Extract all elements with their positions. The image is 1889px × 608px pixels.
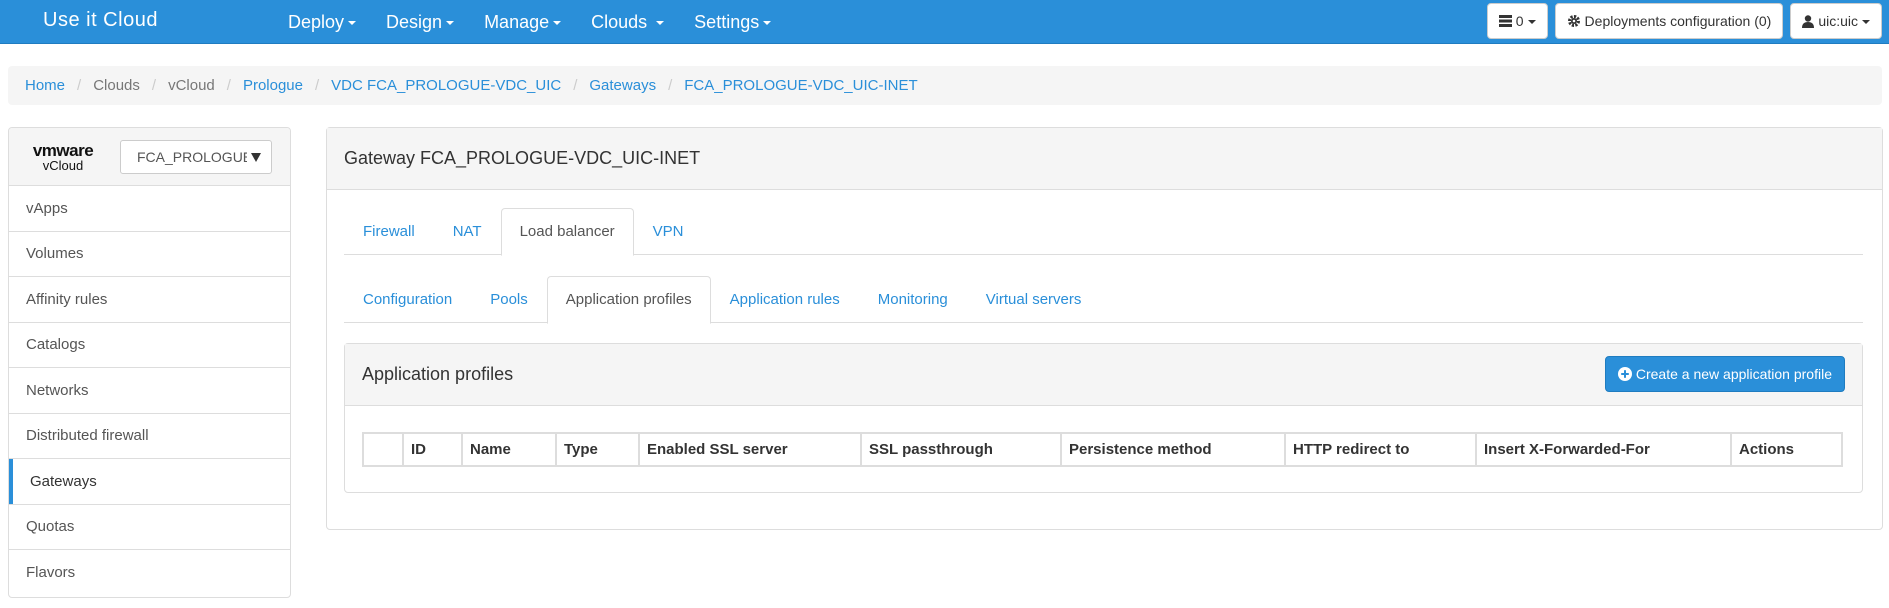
tab-application-rules[interactable]: Application rules: [711, 276, 859, 323]
tab-nat[interactable]: NAT: [434, 208, 501, 255]
column-persistence-method[interactable]: Persistence method: [1060, 432, 1286, 467]
gear-icon: [1567, 15, 1580, 27]
gateway-panel: Gateway FCA_PROLOGUE-VDC_UIC-INET Firewa…: [326, 127, 1883, 530]
sidebar-item-volumes[interactable]: Volumes: [9, 232, 290, 277]
tab-vpn[interactable]: VPN: [634, 208, 703, 255]
tab-monitoring[interactable]: Monitoring: [859, 276, 967, 323]
breadcrumb-vdc[interactable]: VDC FCA_PROLOGUE-VDC_UIC: [331, 77, 561, 94]
load-balancer-tabs: Configuration Pools Application profiles…: [344, 276, 1863, 324]
menu-deploy[interactable]: Deploy: [288, 0, 357, 44]
column-ssl-passthrough[interactable]: SSL passthrough: [860, 432, 1062, 467]
column-select: [362, 432, 404, 467]
column-actions: Actions: [1730, 432, 1843, 467]
breadcrumb-clouds: Clouds: [93, 77, 140, 94]
menu-settings[interactable]: Settings: [694, 0, 772, 44]
column-http-redirect-to[interactable]: HTTP redirect to: [1284, 432, 1477, 467]
tab-virtual-servers[interactable]: Virtual servers: [967, 276, 1101, 323]
chevron-down-icon: [763, 21, 772, 25]
vmware-vcloud-logo: vmware vCloud: [32, 141, 94, 173]
sidebar-item-networks[interactable]: Networks: [9, 368, 290, 414]
column-name[interactable]: Name: [461, 432, 557, 467]
tab-application-profiles[interactable]: Application profiles: [546, 276, 711, 324]
column-id[interactable]: ID: [402, 432, 463, 467]
top-navbar: Use it Cloud Deploy Design Manage Clouds…: [0, 0, 1889, 44]
page-title: Gateway FCA_PROLOGUE-VDC_UIC-INET: [327, 128, 1882, 190]
breadcrumb-vcloud: vCloud: [168, 77, 215, 94]
section-title: Application profiles: [362, 364, 514, 384]
application-profiles-table: ID Name Type Enabled SSL server SSL pass…: [362, 432, 1843, 467]
application-profiles-section: Application profiles Create a new applic…: [344, 343, 1863, 493]
menu-manage[interactable]: Manage: [484, 0, 562, 44]
breadcrumb-home[interactable]: Home: [25, 77, 65, 94]
plus-circle-icon: [1617, 367, 1632, 381]
breadcrumb-separator: /: [77, 77, 82, 94]
chevron-down-icon: [348, 21, 357, 25]
create-application-profile-button[interactable]: Create a new application profile: [1604, 356, 1845, 392]
chevron-down-icon: [1527, 20, 1536, 24]
breadcrumb-prologue[interactable]: Prologue: [243, 77, 303, 94]
column-type[interactable]: Type: [555, 432, 640, 467]
sidebar-header: vmware vCloud FCA_PROLOGUE: [9, 128, 290, 186]
navbar-right: 0 Deployments configuration (0) uic:uic: [1486, 3, 1889, 39]
sidebar-item-quotas[interactable]: Quotas: [9, 505, 290, 550]
deployments-config-button[interactable]: Deployments configuration (0): [1554, 3, 1784, 39]
breadcrumb-separator: /: [314, 77, 320, 94]
breadcrumb-separator: /: [226, 77, 231, 94]
user-icon: [1802, 14, 1815, 28]
table-header-row: ID Name Type Enabled SSL server SSL pass…: [362, 432, 1843, 467]
sidebar-item-catalogs[interactable]: Catalogs: [9, 323, 290, 368]
user-menu-button[interactable]: uic:uic: [1790, 3, 1882, 39]
gateway-tabs: Firewall NAT Load balancer VPN: [344, 208, 1863, 256]
sidebar-item-flavors[interactable]: Flavors: [9, 550, 290, 596]
tab-firewall[interactable]: Firewall: [344, 208, 434, 255]
tasks-icon: [1498, 15, 1512, 27]
chevron-down-icon: [251, 153, 261, 162]
sidebar-item-distributed-firewall[interactable]: Distributed firewall: [9, 414, 290, 459]
column-insert-x-forwarded-for[interactable]: Insert X-Forwarded-For: [1475, 432, 1732, 467]
breadcrumb: Home / Clouds / vCloud / Prologue / VDC FCA_…: [8, 66, 1882, 105]
cloud-select[interactable]: FCA_PROLOGUE: [120, 140, 272, 174]
sidebar: vmware vCloud FCA_PROLOGUE vApps Volumes…: [8, 127, 291, 598]
column-enabled-ssl-server[interactable]: Enabled SSL server: [638, 432, 862, 467]
chevron-down-icon: [1862, 20, 1870, 24]
tab-configuration[interactable]: Configuration: [344, 276, 471, 323]
breadcrumb-separator: /: [573, 77, 578, 94]
menu-design[interactable]: Design: [386, 0, 455, 44]
breadcrumb-gateways[interactable]: Gateways: [589, 77, 656, 94]
section-header: Application profiles Create a new applic…: [345, 344, 1862, 406]
tab-pools[interactable]: Pools: [471, 276, 547, 323]
sidebar-item-affinity-rules[interactable]: Affinity rules: [9, 277, 290, 323]
chevron-down-icon: [656, 21, 665, 25]
breadcrumb-gateway[interactable]: FCA_PROLOGUE-VDC_UIC-INET: [684, 77, 917, 94]
breadcrumb-separator: /: [151, 77, 157, 94]
tab-load-balancer[interactable]: Load balancer: [500, 208, 634, 256]
breadcrumb-separator: /: [668, 77, 673, 94]
tasks-button[interactable]: 0: [1486, 3, 1548, 39]
sidebar-item-gateways[interactable]: Gateways: [9, 459, 290, 505]
sidebar-item-vapps[interactable]: vApps: [9, 186, 290, 232]
main-menu: Deploy Design Manage Clouds Settings: [288, 0, 801, 44]
menu-clouds[interactable]: Clouds: [591, 0, 665, 44]
chevron-down-icon: [446, 21, 455, 25]
chevron-down-icon: [553, 21, 562, 25]
brand-logo[interactable]: Use it Cloud: [43, 9, 158, 32]
